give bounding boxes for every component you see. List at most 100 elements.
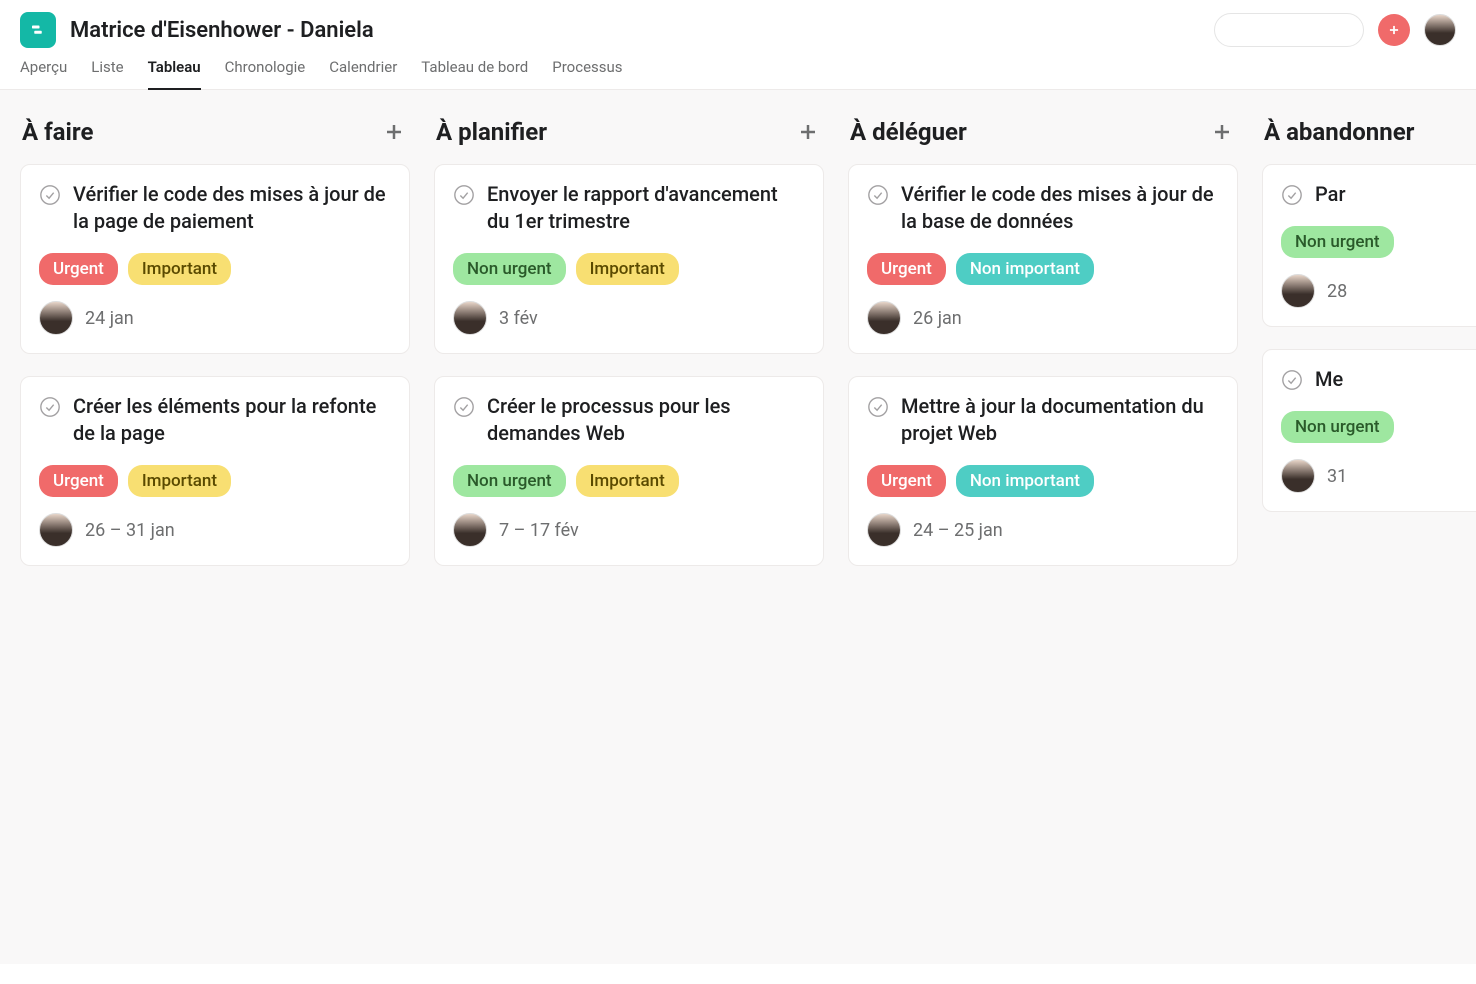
column-a-deleguer: À déléguer Vérifier le code des mises à … [848, 118, 1238, 936]
task-footer: 26 – 31 jan [39, 513, 391, 547]
user-avatar[interactable] [1424, 14, 1456, 46]
tag-important[interactable]: Important [576, 465, 679, 497]
complete-check-icon[interactable] [1281, 369, 1303, 391]
column-title: À planifier [436, 118, 547, 146]
task-footer: 28 [1281, 274, 1476, 308]
task-footer: 31 [1281, 459, 1476, 493]
column-a-faire: À faire Vérifier le code des mises à jou… [20, 118, 410, 936]
column-header: À planifier [434, 118, 824, 146]
assignee-avatar[interactable] [453, 513, 487, 547]
tab-tableau[interactable]: Tableau [148, 58, 201, 90]
header: Matrice d'Eisenhower - Daniela [0, 0, 1476, 48]
tag-urgent[interactable]: Urgent [39, 465, 118, 497]
complete-check-icon[interactable] [867, 396, 889, 418]
tag-nonimportant[interactable]: Non important [956, 253, 1094, 285]
task-title: Créer le processus pour les demandes Web [487, 393, 805, 447]
task-title: Envoyer le rapport d'avancement du 1er t… [487, 181, 805, 235]
tag-important[interactable]: Important [128, 253, 231, 285]
task-title: Vérifier le code des mises à jour de la … [73, 181, 391, 235]
task-tags: Urgent Important [39, 465, 391, 497]
tag-nonurgent[interactable]: Non urgent [1281, 411, 1394, 443]
complete-check-icon[interactable] [1281, 184, 1303, 206]
task-card[interactable]: Me Non urgent 31 [1262, 349, 1476, 512]
task-tags: Non urgent [1281, 411, 1476, 443]
task-footer: 24 – 25 jan [867, 513, 1219, 547]
tag-urgent[interactable]: Urgent [39, 253, 118, 285]
tag-nonurgent[interactable]: Non urgent [453, 253, 566, 285]
assignee-avatar[interactable] [867, 301, 901, 335]
tab-calendrier[interactable]: Calendrier [329, 58, 397, 89]
task-card[interactable]: Mettre à jour la documentation du projet… [848, 376, 1238, 566]
plus-icon [796, 120, 820, 144]
task-title: Créer les éléments pour la refonte de la… [73, 393, 391, 447]
column-title: À déléguer [850, 118, 967, 146]
task-tags: Non urgent Important [453, 465, 805, 497]
tag-important[interactable]: Important [128, 465, 231, 497]
column-header: À abandonner [1262, 118, 1476, 146]
tab-tableau-de-bord[interactable]: Tableau de bord [421, 58, 528, 89]
assignee-avatar[interactable] [39, 301, 73, 335]
assignee-avatar[interactable] [1281, 274, 1315, 308]
complete-check-icon[interactable] [453, 184, 475, 206]
tag-urgent[interactable]: Urgent [867, 253, 946, 285]
header-right [1214, 13, 1456, 47]
task-tags: Non urgent [1281, 226, 1476, 258]
board-icon [29, 21, 47, 39]
search-box[interactable] [1214, 13, 1364, 47]
task-footer: 3 fév [453, 301, 805, 335]
task-title: Vérifier le code des mises à jour de la … [901, 181, 1219, 235]
column-a-abandonner: À abandonner Par Non urgent 28 Me Non ur… [1262, 118, 1476, 936]
due-date: 26 – 31 jan [85, 520, 175, 541]
task-card[interactable]: Créer les éléments pour la refonte de la… [20, 376, 410, 566]
project-title: Matrice d'Eisenhower - Daniela [70, 18, 374, 43]
plus-icon [382, 120, 406, 144]
task-title: Me [1315, 366, 1343, 393]
complete-check-icon[interactable] [39, 396, 61, 418]
assignee-avatar[interactable] [867, 513, 901, 547]
task-footer: 26 jan [867, 301, 1219, 335]
column-header: À faire [20, 118, 410, 146]
board: À faire Vérifier le code des mises à jou… [0, 90, 1476, 964]
column-header: À déléguer [848, 118, 1238, 146]
tag-nonimportant[interactable]: Non important [956, 465, 1094, 497]
task-card[interactable]: Créer le processus pour les demandes Web… [434, 376, 824, 566]
task-tags: Urgent Important [39, 253, 391, 285]
complete-check-icon[interactable] [39, 184, 61, 206]
tab-chronologie[interactable]: Chronologie [225, 58, 306, 89]
due-date: 31 [1327, 466, 1347, 487]
tag-urgent[interactable]: Urgent [867, 465, 946, 497]
due-date: 7 – 17 fév [499, 520, 579, 541]
column-add-button[interactable] [1208, 118, 1236, 146]
tab-apercu[interactable]: Aperçu [20, 58, 67, 89]
assignee-avatar[interactable] [1281, 459, 1315, 493]
task-card[interactable]: Vérifier le code des mises à jour de la … [20, 164, 410, 354]
tag-nonurgent[interactable]: Non urgent [453, 465, 566, 497]
task-footer: 7 – 17 fév [453, 513, 805, 547]
assignee-avatar[interactable] [39, 513, 73, 547]
tag-nonurgent[interactable]: Non urgent [1281, 226, 1394, 258]
column-title: À faire [22, 118, 93, 146]
plus-icon [1387, 23, 1401, 37]
tab-liste[interactable]: Liste [91, 58, 123, 89]
task-title: Mettre à jour la documentation du projet… [901, 393, 1219, 447]
column-add-button[interactable] [380, 118, 408, 146]
due-date: 28 [1327, 281, 1347, 302]
task-tags: Urgent Non important [867, 253, 1219, 285]
project-icon [20, 12, 56, 48]
tag-important[interactable]: Important [576, 253, 679, 285]
column-add-button[interactable] [794, 118, 822, 146]
task-card[interactable]: Par Non urgent 28 [1262, 164, 1476, 327]
assignee-avatar[interactable] [453, 301, 487, 335]
complete-check-icon[interactable] [453, 396, 475, 418]
add-button[interactable] [1378, 14, 1410, 46]
tab-processus[interactable]: Processus [552, 58, 622, 89]
task-card[interactable]: Vérifier le code des mises à jour de la … [848, 164, 1238, 354]
task-footer: 24 jan [39, 301, 391, 335]
task-tags: Non urgent Important [453, 253, 805, 285]
column-a-planifier: À planifier Envoyer le rapport d'avancem… [434, 118, 824, 936]
complete-check-icon[interactable] [867, 184, 889, 206]
due-date: 26 jan [913, 308, 962, 329]
task-card[interactable]: Envoyer le rapport d'avancement du 1er t… [434, 164, 824, 354]
task-tags: Urgent Non important [867, 465, 1219, 497]
task-title: Par [1315, 181, 1346, 208]
